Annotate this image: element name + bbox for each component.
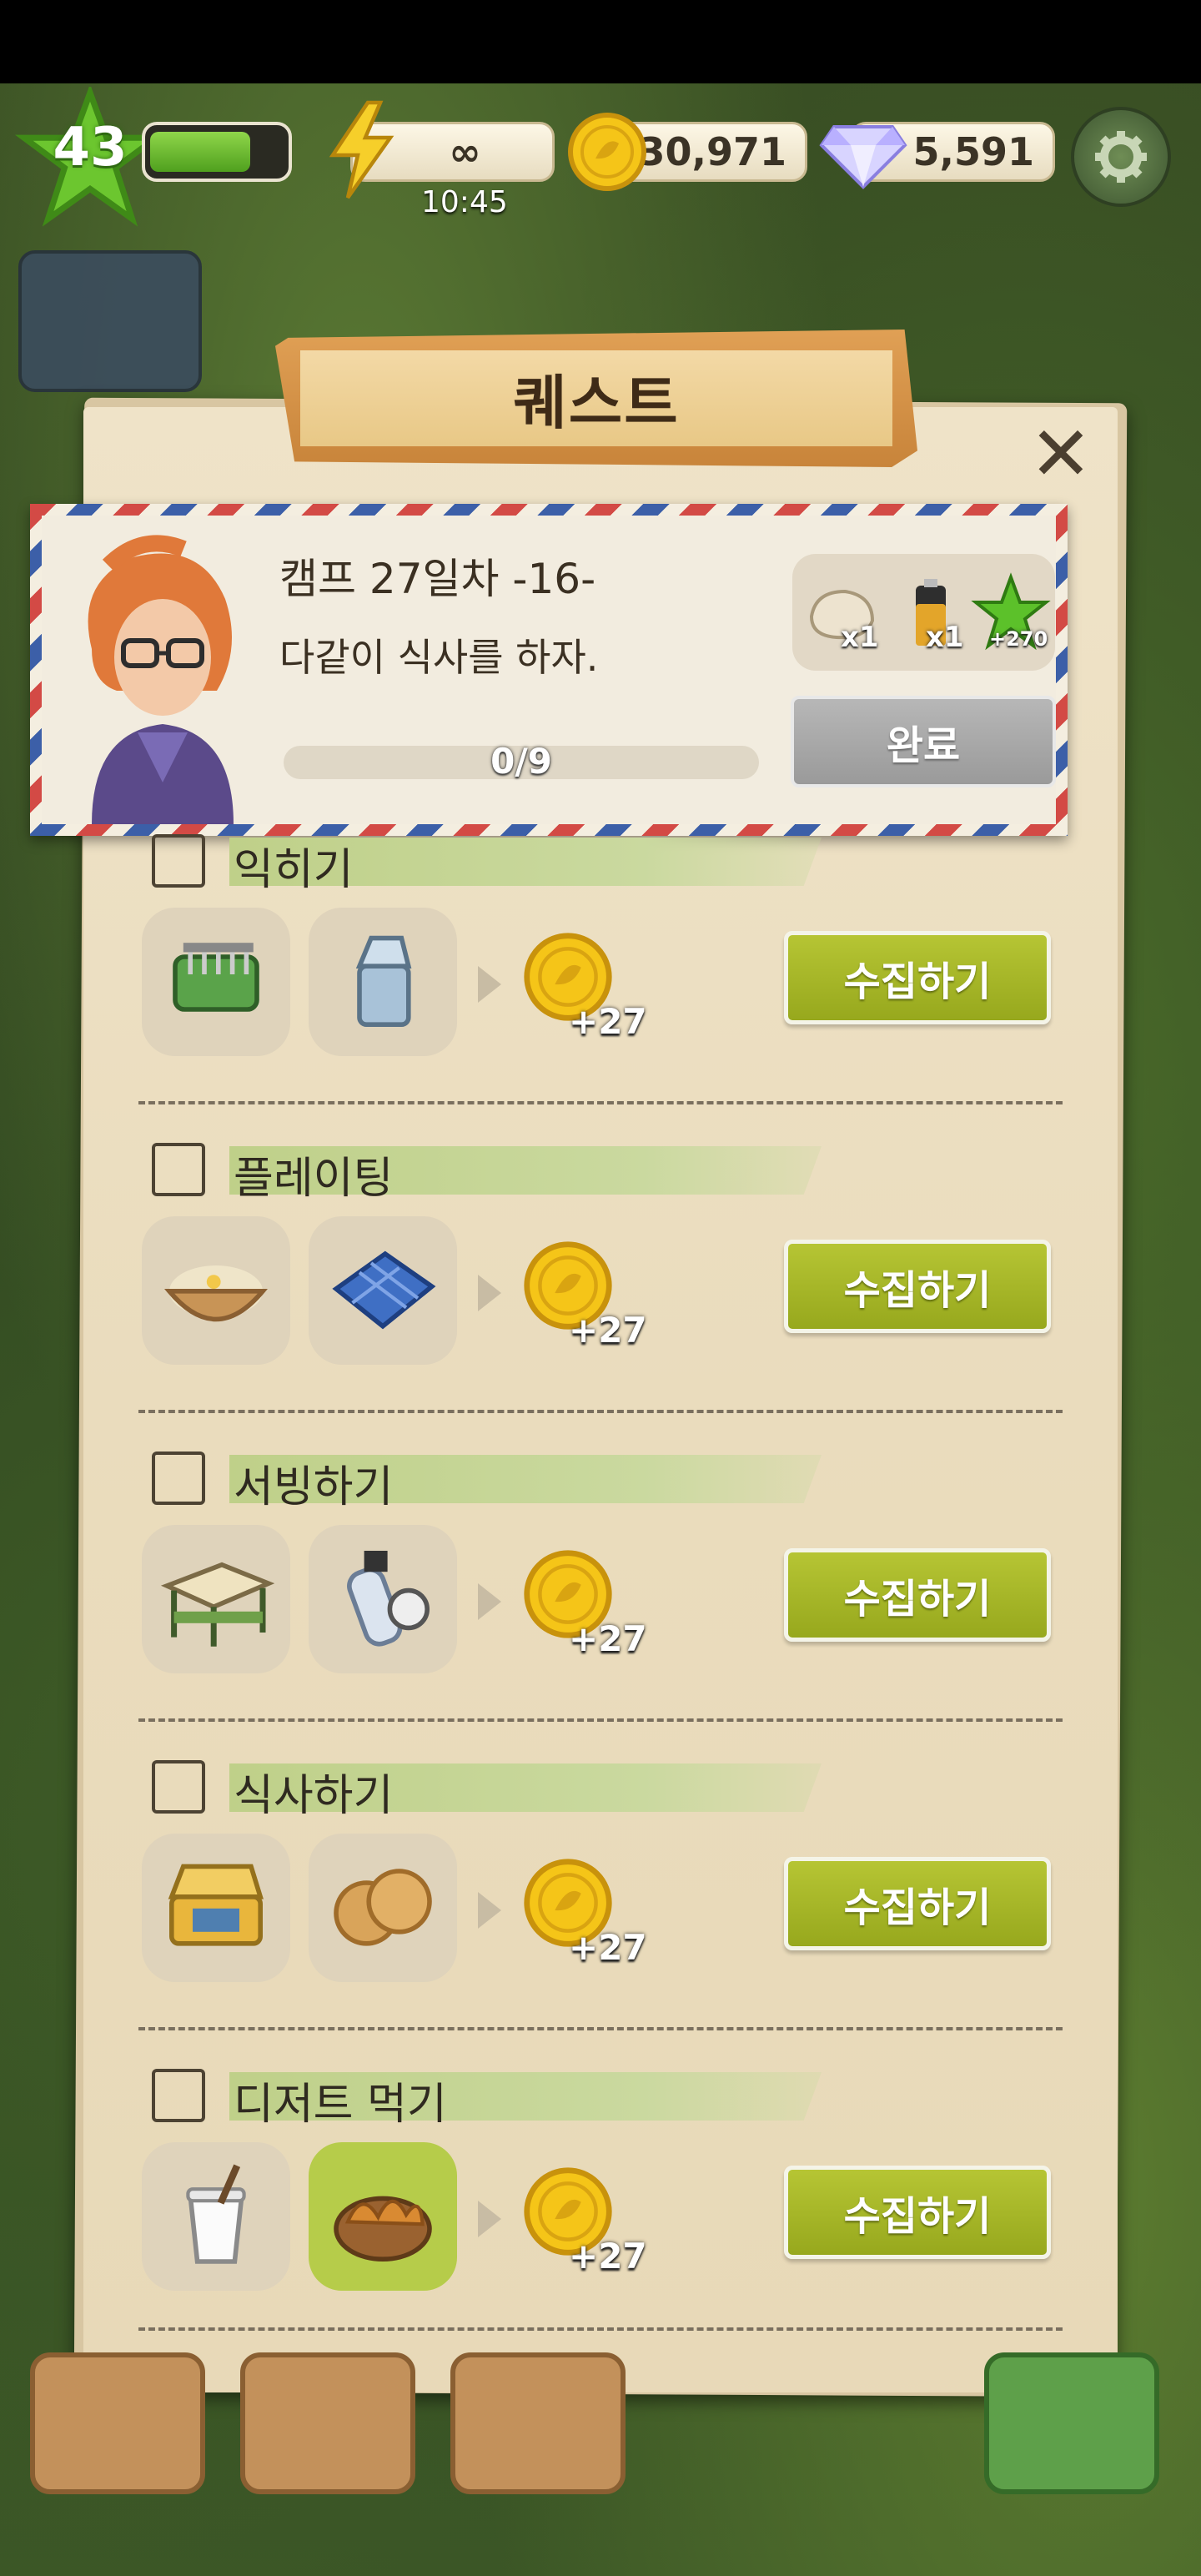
task-checkbox[interactable] — [152, 834, 205, 888]
side-menu-button[interactable] — [18, 250, 202, 392]
arrow-right-icon — [478, 1583, 501, 1620]
task-row: 익히기 +27 수집하기 — [133, 834, 1084, 1143]
coin-reward: +27 — [569, 1001, 647, 1042]
diamond-icon — [819, 125, 907, 189]
task-item-slot[interactable] — [309, 908, 457, 1056]
xp-bar — [142, 122, 292, 182]
gem-value: 5,591 — [912, 129, 1034, 174]
task-row: 서빙하기 +27 수집하기 — [133, 1452, 1084, 1760]
bottom-toolbar — [0, 2336, 1201, 2576]
task-label: 서빙하기 — [234, 1462, 394, 1512]
divider — [138, 2327, 1063, 2331]
task-item-slot[interactable] — [142, 1525, 290, 1673]
title-banner-inner: 퀘스트 — [300, 350, 892, 446]
divider — [138, 1101, 1063, 1104]
arrow-right-icon — [478, 1892, 501, 1929]
grill-icon — [158, 922, 274, 1042]
cloth-napkin-icon — [324, 1230, 441, 1351]
crackers-icon — [324, 1848, 441, 1968]
close-button[interactable]: ✕ — [1019, 417, 1103, 492]
divider — [138, 1410, 1063, 1413]
yogurt-icon — [158, 2156, 274, 2277]
status-bar — [0, 0, 1201, 83]
quest-card: 캠프 27일차 -16- 다같이 식사를 하자. 0/9 x1 x1 +270 … — [30, 504, 1068, 836]
task-row: 디저트 먹기 +27 수집하기 — [133, 2069, 1084, 2377]
gear-icon — [1095, 131, 1147, 183]
task-row: 플레이팅 +27 수집하기 — [133, 1143, 1084, 1452]
task-label: 플레이팅 — [234, 1154, 394, 1204]
refresh-button[interactable] — [984, 2352, 1159, 2494]
reward-qty: x1 — [926, 621, 964, 654]
bowl-dish-icon — [158, 1230, 274, 1351]
fried-potato-icon — [324, 2156, 441, 2277]
task-item-slot[interactable] — [309, 1216, 457, 1365]
hud: 43 ∞ 10:45 30,971 5,591 — [0, 83, 1201, 234]
task-checkbox[interactable] — [152, 2069, 205, 2122]
divider — [138, 1718, 1063, 1722]
lighter-icon — [324, 922, 441, 1042]
close-icon: ✕ — [1029, 410, 1093, 498]
task-item-slot[interactable] — [309, 1525, 457, 1673]
camp-table-icon — [158, 1539, 275, 1659]
coin-reward: +27 — [569, 1310, 647, 1351]
settings-button[interactable] — [1071, 107, 1171, 207]
tasks-menu-button[interactable] — [30, 2352, 205, 2494]
coin-reward: +27 — [569, 1927, 647, 1968]
task-item-slot[interactable] — [142, 1834, 290, 1982]
journal-button[interactable] — [450, 2352, 626, 2494]
task-item-slot[interactable] — [142, 2142, 290, 2291]
task-label: 디저트 먹기 — [234, 2080, 447, 2130]
collect-button[interactable]: 수집하기 — [784, 931, 1051, 1024]
reward-box: x1 x1 +270 — [792, 554, 1055, 671]
quest-description: 다같이 식사를 하자. — [279, 635, 599, 680]
divider — [138, 2027, 1063, 2030]
task-item-slot[interactable] — [309, 1834, 457, 1982]
lightning-icon — [329, 100, 394, 199]
task-item-slot[interactable] — [309, 2142, 457, 2291]
task-checkbox[interactable] — [152, 1143, 205, 1196]
collect-button[interactable]: 수집하기 — [784, 2166, 1051, 2259]
reward-qty: x1 — [841, 621, 879, 654]
task-checkbox[interactable] — [152, 1760, 205, 1814]
quest-progress-text: 0/9 — [490, 741, 552, 782]
energy-timer: 10:45 — [421, 185, 508, 219]
inventory-button[interactable] — [240, 2352, 415, 2494]
arrow-right-icon — [478, 2201, 501, 2237]
reward-qty: +270 — [989, 627, 1048, 651]
collect-button[interactable]: 수집하기 — [784, 1240, 1051, 1333]
task-item-slot[interactable] — [142, 908, 290, 1056]
complete-button[interactable]: 완료 — [791, 696, 1056, 787]
task-label: 익히기 — [234, 845, 354, 895]
xp-bar-fill — [150, 132, 250, 172]
coin-icon — [568, 113, 646, 191]
panel-title: 퀘스트 — [513, 369, 680, 437]
task-item-slot[interactable] — [142, 1216, 290, 1365]
character-avatar — [88, 535, 234, 824]
task-label: 식사하기 — [234, 1771, 394, 1821]
task-checkbox[interactable] — [152, 1452, 205, 1505]
arrow-right-icon — [478, 966, 501, 1003]
collect-button[interactable]: 수집하기 — [784, 1857, 1051, 1950]
task-row: 식사하기 +27 수집하기 — [133, 1760, 1084, 2069]
energy-value: ∞ — [449, 129, 481, 174]
coin-reward: +27 — [569, 1618, 647, 1659]
gas-canister-icon — [324, 1539, 441, 1659]
quest-card-inner: 캠프 27일차 -16- 다같이 식사를 하자. 0/9 x1 x1 +270 … — [42, 516, 1056, 824]
lunchbox-icon — [158, 1848, 274, 1968]
coin-reward: +27 — [569, 2236, 647, 2277]
quest-title: 캠프 27일차 -16- — [279, 555, 596, 603]
collect-button[interactable]: 수집하기 — [784, 1548, 1051, 1642]
arrow-right-icon — [478, 1275, 501, 1311]
coin-value: 30,971 — [638, 129, 786, 174]
